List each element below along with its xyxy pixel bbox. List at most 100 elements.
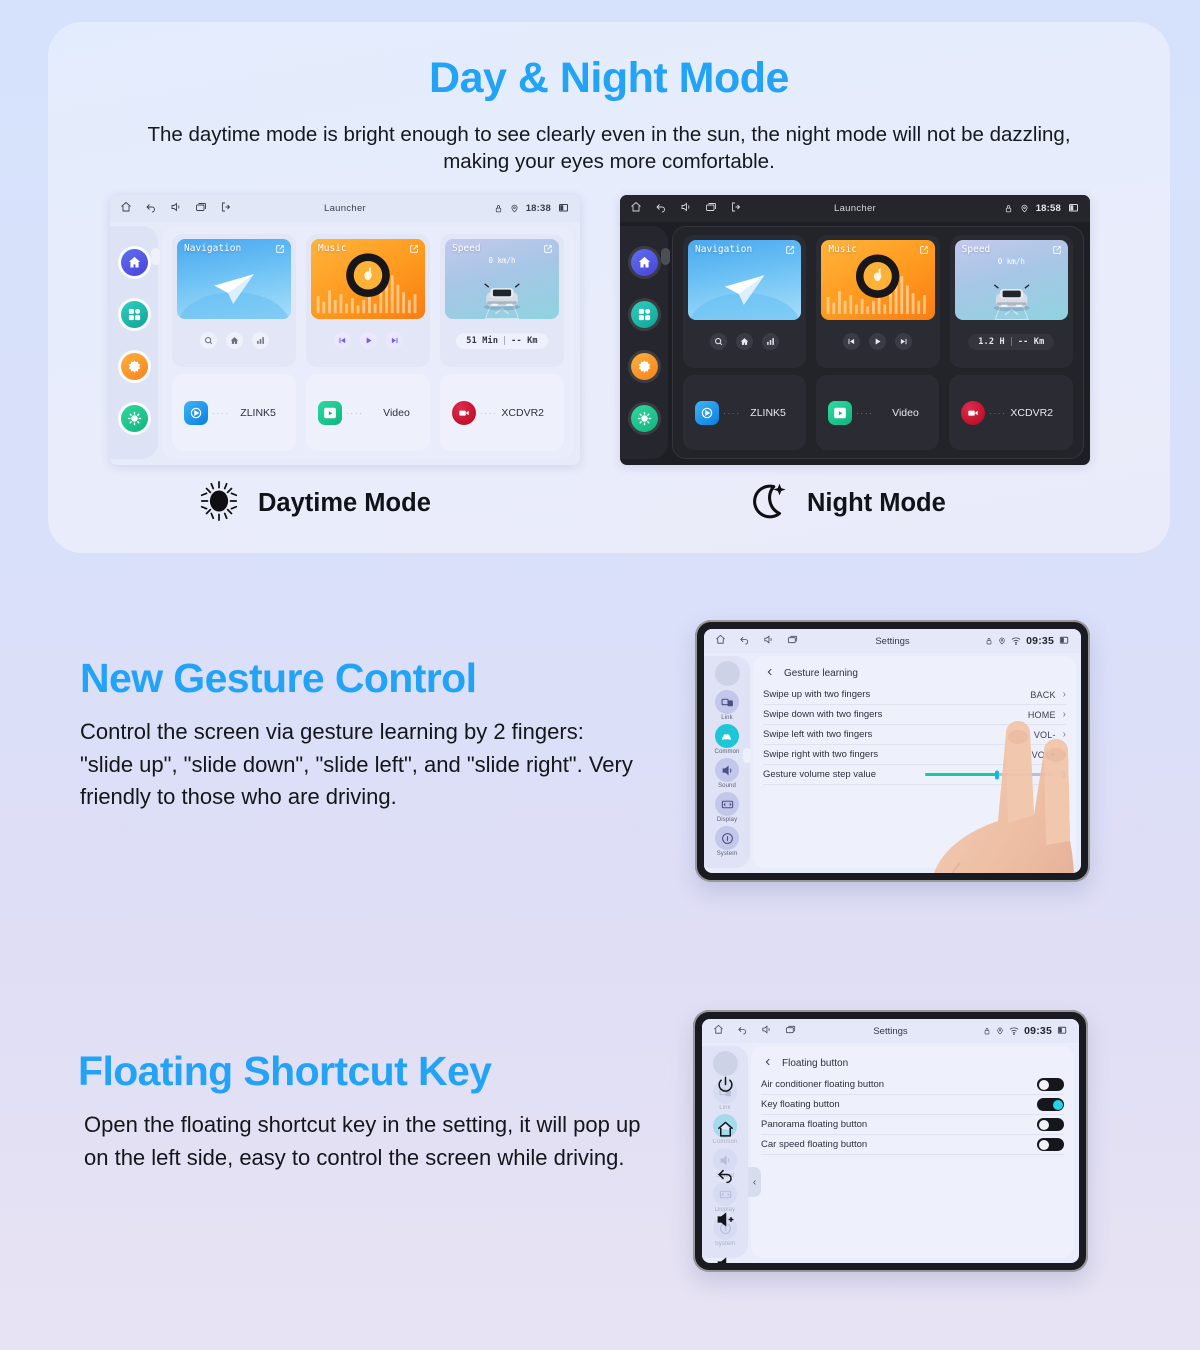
- slider-knob[interactable]: [994, 770, 999, 779]
- night-sidebar: [620, 226, 670, 459]
- nav-traffic-button[interactable]: [762, 333, 780, 350]
- nav-home-button[interactable]: [225, 332, 243, 349]
- link-icon: [715, 690, 739, 714]
- speed-label: Speed: [961, 244, 991, 255]
- setting-row-car-speed[interactable]: Car speed floating button: [761, 1135, 1064, 1155]
- navigation-label: Navigation: [184, 243, 242, 254]
- head-unit-screens: Launcher 18:38 Navigation Music Speed 0 …: [0, 178, 1200, 478]
- app-dots: ····: [345, 407, 364, 418]
- setting-row-swipe-up[interactable]: Swipe up with two fingers BACK ›: [763, 685, 1066, 705]
- widget-speed[interactable]: Speed 0 km/h: [440, 234, 564, 367]
- app-button-zlink5[interactable]: ···· ZLINK5: [172, 374, 296, 451]
- widget-navigation[interactable]: Navigation: [683, 235, 807, 368]
- app-label-zlink5: ZLINK5: [240, 406, 276, 419]
- floating-shortcut-section: Floating Shortcut Key Open the floating …: [78, 1048, 658, 1174]
- edit-icon[interactable]: [275, 244, 285, 254]
- play-circle-icon: [695, 400, 719, 425]
- toggle-key-floating[interactable]: [1037, 1098, 1064, 1111]
- widget-music[interactable]: Music: [816, 235, 940, 368]
- sidebar-item-settings[interactable]: [120, 353, 148, 381]
- sidebar-item-sound[interactable]: Sound: [715, 758, 739, 789]
- back-chevron-icon[interactable]: [763, 1054, 773, 1072]
- home-icon[interactable]: [716, 1120, 735, 1144]
- navigation-tile[interactable]: Navigation: [688, 240, 802, 320]
- speed-tile[interactable]: Speed 0 km/h: [445, 239, 559, 319]
- widget-navigation[interactable]: Navigation: [172, 234, 296, 367]
- setting-row-volume-step[interactable]: Gesture volume step value 3: [763, 765, 1066, 785]
- gesture-settings-rail: Link Common Sound Display System: [704, 656, 751, 868]
- toggle-air-conditioner[interactable]: [1037, 1078, 1064, 1091]
- widget-speed[interactable]: Speed 0 km/h: [949, 235, 1073, 368]
- night-mode-label: Night Mode: [807, 489, 946, 517]
- sidebar-item-apps[interactable]: [630, 300, 658, 328]
- widget-music[interactable]: Music: [306, 234, 430, 367]
- location-icon: [510, 200, 519, 218]
- app-button-video[interactable]: ···· Video: [305, 374, 430, 451]
- volume-down-icon[interactable]: [716, 1255, 735, 1263]
- edit-icon[interactable]: [543, 244, 553, 254]
- nav-search-button[interactable]: [199, 332, 217, 349]
- floating-status-title: Settings: [873, 1025, 908, 1037]
- sidebar-item-home[interactable]: [630, 248, 658, 276]
- app-button-zlink5[interactable]: ···· ZLINK5: [683, 375, 806, 450]
- music-play-button[interactable]: [359, 332, 377, 349]
- floating-shortcut-overlay[interactable]: [702, 1043, 748, 1263]
- app-button-xcdvr2[interactable]: ···· XCDVR2: [948, 375, 1074, 450]
- gesture-status-title: Settings: [875, 635, 910, 647]
- battery-icon: [1068, 200, 1080, 218]
- video-player-icon: [317, 400, 342, 425]
- music-next-button[interactable]: [385, 332, 403, 349]
- display-icon: [715, 792, 739, 816]
- back-chevron-icon[interactable]: [765, 664, 775, 682]
- edit-icon[interactable]: [1052, 245, 1062, 255]
- setting-row-swipe-right[interactable]: Swipe right with two fingers VOL+ ›: [763, 745, 1066, 765]
- music-play-button[interactable]: [869, 333, 887, 350]
- gesture-page-title: Gesture learning: [784, 667, 858, 679]
- app-button-xcdvr2[interactable]: ···· XCDVR2: [439, 374, 565, 451]
- music-prev-button[interactable]: [843, 333, 861, 350]
- power-icon[interactable]: [716, 1075, 735, 1099]
- overlay-collapse-handle[interactable]: ‹: [748, 1167, 761, 1197]
- sidebar-item-common[interactable]: Common: [715, 724, 740, 755]
- sidebar-item-link[interactable]: Link: [715, 690, 739, 721]
- music-prev-button[interactable]: [333, 332, 351, 349]
- gesture-status-bar: Settings 09:35: [704, 629, 1081, 653]
- speed-tile[interactable]: Speed 0 km/h: [954, 240, 1068, 320]
- setting-row-panorama[interactable]: Panorama floating button: [761, 1115, 1064, 1135]
- toggle-panorama[interactable]: [1037, 1118, 1064, 1131]
- edit-icon[interactable]: [785, 245, 795, 255]
- nav-home-button[interactable]: [736, 333, 754, 350]
- sidebar-label-sound: Sound: [718, 783, 736, 789]
- nav-search-button[interactable]: [710, 333, 728, 350]
- toggle-car-speed[interactable]: [1037, 1138, 1064, 1151]
- sidebar-label-link: Link: [721, 715, 733, 721]
- music-next-button[interactable]: [895, 333, 913, 350]
- sidebar-item-settings[interactable]: [630, 353, 658, 381]
- setting-row-air-conditioner[interactable]: Air conditioner floating button: [761, 1075, 1064, 1095]
- sidebar-item-brightness[interactable]: [630, 405, 658, 433]
- music-tile[interactable]: Music: [821, 240, 935, 320]
- slider-track[interactable]: [924, 770, 1053, 779]
- sidebar-item-system[interactable]: System: [715, 826, 739, 857]
- nav-traffic-button[interactable]: [251, 332, 269, 349]
- row-value: BACK: [1030, 689, 1056, 700]
- setting-row-swipe-down[interactable]: Swipe down with two fingers HOME ›: [763, 705, 1066, 725]
- chevron-right-icon: ›: [1062, 729, 1066, 740]
- sidebar-item-apps[interactable]: [120, 300, 148, 328]
- sidebar-item-display[interactable]: Display: [715, 792, 739, 823]
- floating-screen: Settings 09:35 Link Common Sound Display…: [702, 1019, 1079, 1263]
- sidebar-item-home[interactable]: [120, 248, 148, 276]
- eta-distance: -- Km: [1017, 336, 1045, 347]
- volume-step-slider[interactable]: 3: [924, 770, 1066, 780]
- gesture-screen: Settings 09:35 Link Common Sound Display…: [704, 629, 1081, 873]
- floating-button-panel: Floating button Air conditioner floating…: [751, 1046, 1074, 1258]
- app-label-zlink5: ZLINK5: [750, 406, 786, 419]
- sidebar-item-brightness[interactable]: [120, 405, 148, 433]
- app-button-video[interactable]: ···· Video: [815, 375, 939, 450]
- setting-row-swipe-left[interactable]: Swipe left with two fingers VOL- ›: [763, 725, 1066, 745]
- setting-row-key-floating[interactable]: Key floating button: [761, 1095, 1064, 1115]
- music-tile[interactable]: Music: [311, 239, 425, 319]
- back-icon[interactable]: [716, 1165, 735, 1189]
- volume-up-icon[interactable]: [716, 1210, 735, 1234]
- navigation-tile[interactable]: Navigation: [177, 239, 291, 319]
